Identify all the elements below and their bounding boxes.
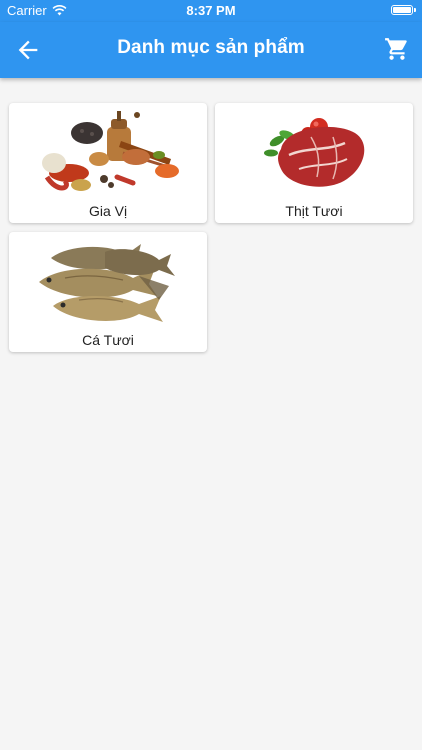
- battery-icon: [391, 5, 416, 15]
- category-card-spices[interactable]: Gia Vị: [9, 103, 207, 223]
- status-time: 8:37 PM: [186, 3, 236, 18]
- shopping-cart-icon: [385, 38, 407, 60]
- category-label: Cá Tươi: [82, 332, 134, 348]
- category-label: Thịt Tươi: [285, 203, 343, 219]
- category-card-meat[interactable]: Thịt Tươi: [215, 103, 413, 223]
- fresh-meat-image: [264, 118, 365, 187]
- page-title: Danh mục sản phẩm: [117, 37, 305, 58]
- status-bar: Carrier 8:37 PM: [0, 0, 422, 22]
- category-card-fish[interactable]: Cá Tươi: [9, 232, 207, 352]
- category-label: Gia Vị: [88, 203, 128, 219]
- cart-button[interactable]: [384, 36, 410, 62]
- app-bar: Danh mục sản phẩm: [0, 22, 422, 78]
- spices-image: [42, 111, 179, 191]
- fresh-fish-image: [39, 244, 175, 322]
